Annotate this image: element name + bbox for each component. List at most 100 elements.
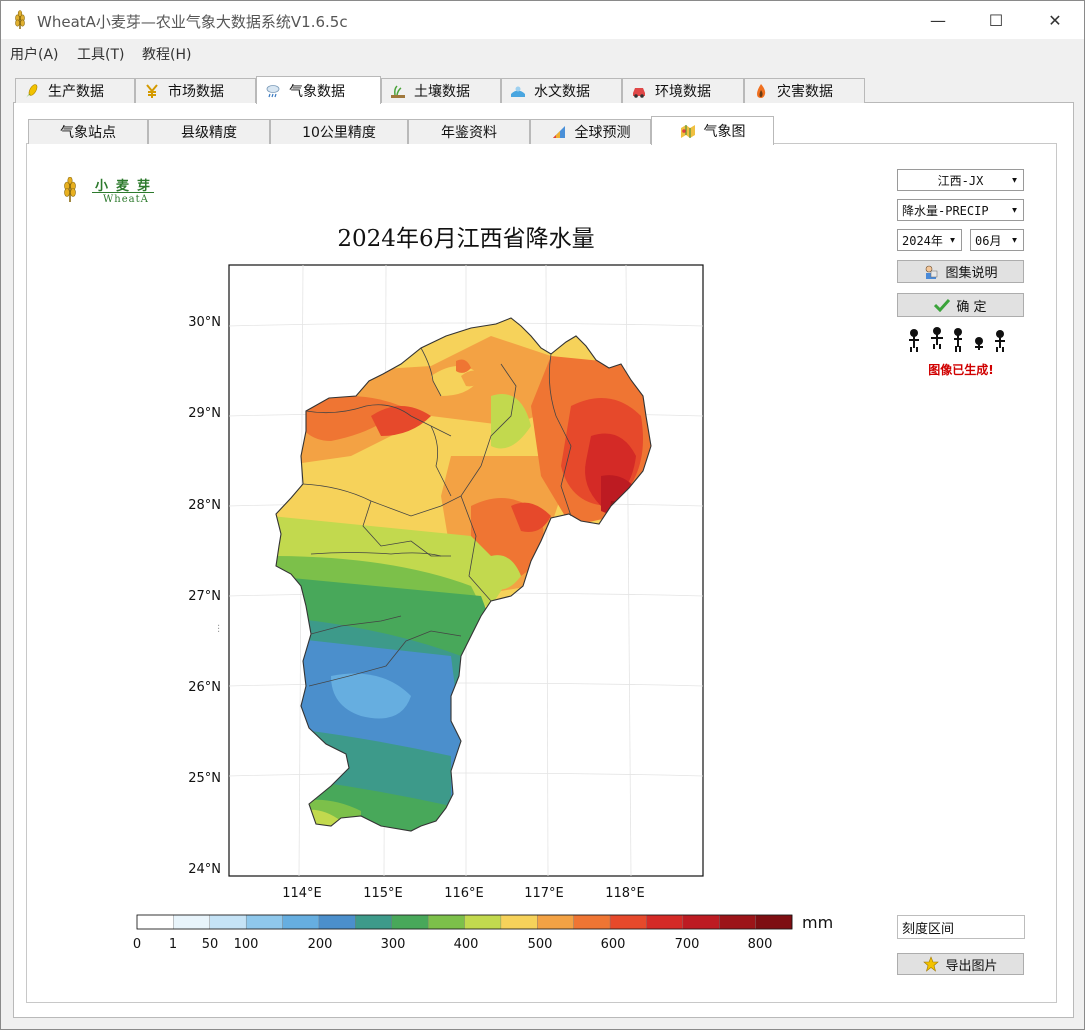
map-icon — [680, 125, 695, 138]
scale-interval-input[interactable]: 刻度区间 — [897, 915, 1025, 939]
app-window: WheatA小麦芽—农业气象大数据系统V1.6.5c — ☐ ✕ 用户(A) 工… — [0, 0, 1085, 1030]
colorbar-tick: 1 — [169, 937, 177, 952]
colorbar-unit: mm — [802, 913, 833, 932]
logo-text-en: WheatA — [103, 194, 149, 205]
tab-county-label: 县级精度 — [181, 125, 237, 141]
tab-weather-label: 气象数据 — [289, 83, 345, 100]
region-select-value: 江西-JX — [937, 173, 984, 188]
tab-hydrology[interactable]: 水文数据 — [501, 78, 622, 103]
chevron-down-icon: ▼ — [1012, 175, 1017, 185]
menu-bar: 用户(A) 工具(T) 教程(H) — [1, 39, 1084, 67]
colorbar-tick: 800 — [748, 937, 773, 952]
colorbar-segment — [427, 914, 465, 930]
region-select[interactable]: 江西-JX ▼ — [897, 169, 1024, 191]
month-select[interactable]: 06月 ▼ — [970, 229, 1024, 251]
lat-label-29: 29°N — [188, 406, 221, 421]
status-message: 图像已生成! — [928, 363, 994, 377]
cloud-rain-icon — [266, 84, 280, 97]
menu-tools[interactable]: 工具(T) — [77, 44, 124, 64]
menu-tutorial[interactable]: 教程(H) — [142, 44, 191, 64]
reader-icon — [926, 265, 938, 279]
tab-10km[interactable]: 10公里精度 — [270, 119, 408, 144]
colorbar-segment — [682, 914, 720, 930]
tab-global-forecast-label: 全球预测 — [574, 125, 631, 141]
lat-label-25: 25°N — [188, 771, 221, 786]
fire-icon — [757, 84, 766, 98]
maximize-icon: ☐ — [988, 10, 1004, 30]
colorbar-tick: 600 — [601, 937, 626, 952]
colorbar-tick: 300 — [381, 937, 406, 952]
tab-yearbook-label: 年鉴资料 — [441, 125, 497, 141]
tab-stations[interactable]: 气象站点 — [28, 119, 148, 144]
minimize-icon: — — [930, 10, 946, 30]
lon-label-118: 118°E — [605, 886, 645, 901]
tab-10km-label: 10公里精度 — [302, 125, 376, 141]
colorbar-segment — [500, 914, 538, 930]
confirm-button[interactable]: 确 定 — [897, 293, 1024, 317]
colorbar-segment — [464, 914, 502, 930]
tab-hydrology-label: 水文数据 — [534, 84, 590, 100]
tab-global-forecast[interactable]: 全球预测 — [530, 119, 651, 144]
yen-icon — [146, 84, 158, 98]
map-title: 2024年6月江西省降水量 — [337, 226, 595, 252]
colorbar-segment — [173, 914, 211, 930]
colorbar-segment — [136, 914, 174, 930]
minimize-button[interactable]: — — [915, 1, 961, 39]
splitter-handle[interactable]: · · · — [217, 622, 220, 638]
month-select-value: 06月 — [975, 233, 1002, 248]
close-button[interactable]: ✕ — [1032, 1, 1078, 39]
colorbar-tick: 100 — [234, 937, 259, 952]
colorbar-ticks: 0 1 50 100 200 300 400 500 600 700 800 — [133, 937, 773, 952]
lon-label-117: 117°E — [524, 886, 564, 901]
corn-icon — [26, 84, 38, 98]
colorbar-segment — [209, 914, 247, 930]
tab-county[interactable]: 县级精度 — [148, 119, 270, 144]
checkmark-icon — [934, 298, 951, 312]
colorbar-segment — [245, 914, 284, 930]
window-title: WheatA小麦芽—农业气象大数据系统V1.6.5c — [37, 13, 348, 31]
lon-label-115: 115°E — [363, 886, 403, 901]
confirm-label: 确 定 — [956, 299, 987, 315]
colorbar-segment — [755, 914, 793, 930]
tab-market[interactable]: 市场数据 — [135, 78, 256, 103]
colorbar-tick: 400 — [454, 937, 479, 952]
colorbar-segment — [537, 914, 575, 930]
star-icon — [923, 956, 940, 972]
chart-icon — [552, 126, 565, 138]
colorbar — [136, 914, 793, 930]
title-bar: WheatA小麦芽—农业气象大数据系统V1.6.5c — ☐ ✕ — [1, 1, 1084, 39]
menu-user[interactable]: 用户(A) — [10, 44, 59, 64]
wheat-logo-icon — [64, 177, 76, 202]
tab-production[interactable]: 生产数据 — [15, 78, 135, 103]
atlas-info-button[interactable]: 图集说明 — [897, 260, 1024, 283]
tab-disaster-label: 灾害数据 — [777, 84, 833, 100]
colorbar-segment — [609, 914, 647, 930]
scale-interval-text: 刻度区间 — [902, 921, 955, 937]
export-image-label: 导出图片 — [945, 958, 998, 974]
tab-weather[interactable]: 气象数据 — [256, 76, 381, 104]
tab-environment[interactable]: 环境数据 — [622, 78, 744, 103]
export-image-button[interactable]: 导出图片 — [897, 953, 1024, 975]
colorbar-segment — [282, 914, 320, 930]
colorbar-segment — [318, 914, 356, 930]
tab-weather-map[interactable]: 气象图 — [651, 116, 774, 145]
colorbar-segment — [646, 914, 684, 930]
year-select[interactable]: 2024年 ▼ — [897, 229, 962, 251]
chevron-down-icon: ▼ — [950, 235, 955, 245]
soil-icon — [391, 85, 405, 98]
tab-yearbook[interactable]: 年鉴资料 — [408, 119, 530, 144]
tab-soil[interactable]: 土壤数据 — [381, 78, 501, 103]
variable-select[interactable]: 降水量-PRECIP ▼ — [897, 199, 1024, 221]
tab-production-label: 生产数据 — [48, 84, 104, 100]
lat-label-30: 30°N — [188, 315, 221, 330]
chevron-down-icon: ▼ — [1012, 205, 1017, 215]
car-icon — [633, 88, 645, 98]
logo-divider — [92, 192, 154, 193]
year-select-value: 2024年 — [902, 233, 943, 248]
tab-disaster[interactable]: 灾害数据 — [744, 78, 865, 103]
colorbar-segment — [573, 914, 611, 930]
tab-stations-label: 气象站点 — [60, 125, 116, 141]
lat-label-27: 27°N — [188, 589, 221, 604]
maximize-button[interactable]: ☐ — [973, 1, 1019, 39]
tab-market-label: 市场数据 — [168, 84, 224, 100]
